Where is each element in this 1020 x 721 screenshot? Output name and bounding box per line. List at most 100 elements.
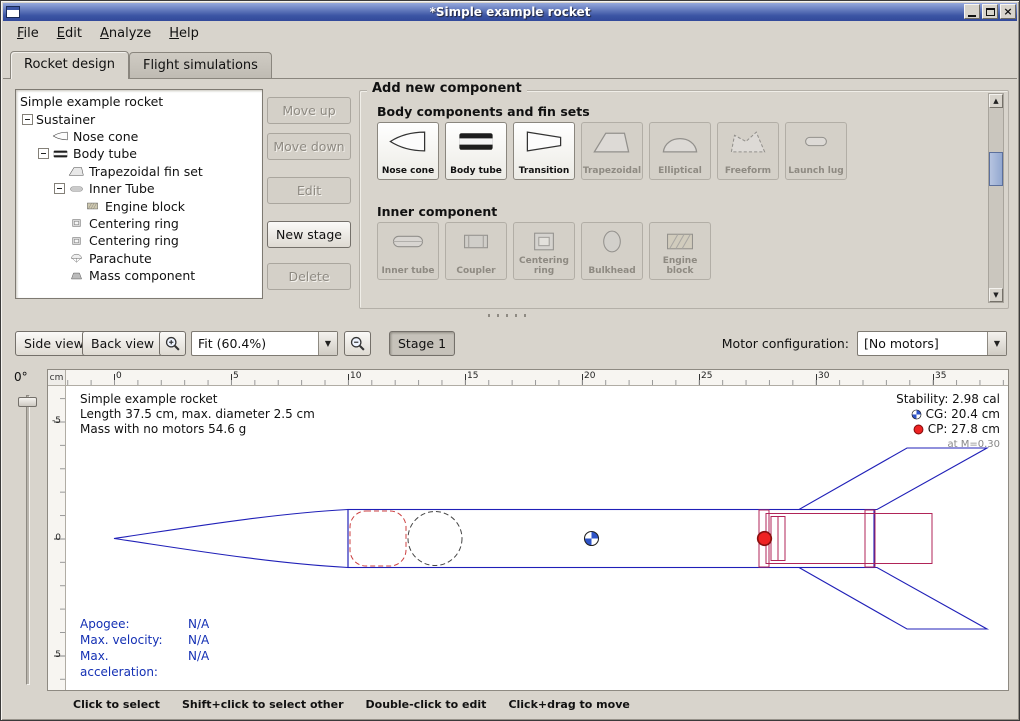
tree-item-label: Parachute xyxy=(89,251,152,266)
engine-block-icon xyxy=(658,228,702,255)
add-transition-button[interactable]: Transition xyxy=(513,122,575,180)
tree-item-trapezoidal-fin-set[interactable]: Trapezoidal fin set xyxy=(16,163,262,180)
tree-item-label: Mass component xyxy=(89,268,195,283)
motor-configuration-combo[interactable]: [No motors]▼ xyxy=(857,331,1007,356)
menu-analyze[interactable]: Analyze xyxy=(92,23,159,44)
tree-item-sustainer[interactable]: Sustainer xyxy=(16,110,262,127)
palette-button-label: Body tube xyxy=(450,167,502,177)
close-icon: × xyxy=(1003,6,1012,17)
inner-tube-outline[interactable] xyxy=(766,514,932,564)
maximize-button[interactable] xyxy=(982,4,998,19)
add-freeform-fin-button: Freeform xyxy=(717,122,779,180)
palette-button-label: Launch lug xyxy=(788,167,843,177)
application-window: *Simple example rocket × File Edit Analy… xyxy=(0,0,1020,721)
menu-help[interactable]: Help xyxy=(161,23,207,44)
palette-button-label: Coupler xyxy=(456,267,495,277)
body-tube-icon xyxy=(52,148,69,160)
menu-edit[interactable]: Edit xyxy=(49,23,90,44)
hint-double-click: Double-click to edit xyxy=(366,698,487,711)
move-down-button: Move down xyxy=(267,133,351,160)
tree-item-label: Body tube xyxy=(73,146,137,161)
tree-item-centering-ring-2[interactable]: Centering ring xyxy=(16,232,262,249)
tree-collapse-icon[interactable] xyxy=(38,148,49,159)
motor-configuration-value: [No motors] xyxy=(858,336,987,351)
apogee-label: Apogee: xyxy=(80,616,188,632)
transition-icon xyxy=(522,128,566,155)
body-tube-outline[interactable] xyxy=(348,510,874,568)
splitter-handle[interactable] xyxy=(3,312,1017,320)
add-body-tube-button[interactable]: Body tube xyxy=(445,122,507,180)
palette-button-label: Nose cone xyxy=(382,167,434,177)
zoom-out-button[interactable] xyxy=(344,331,371,356)
palette-button-label: Inner tube xyxy=(381,267,434,277)
ruler-tick-label: 15 xyxy=(467,371,478,381)
tree-collapse-icon[interactable] xyxy=(54,183,65,194)
cg-icon xyxy=(911,409,922,420)
motor-configuration-label: Motor configuration: xyxy=(722,336,849,351)
splitter-grip xyxy=(488,314,532,317)
cg-value: CG: 20.4 cm xyxy=(926,407,1000,422)
launch-lug-icon xyxy=(794,128,838,155)
tree-item-nose-cone[interactable]: Nose cone xyxy=(16,128,262,145)
rotation-slider-track[interactable] xyxy=(26,395,30,685)
mass-component-outline[interactable] xyxy=(408,512,462,566)
tree-item-inner-tube[interactable]: Inner Tube xyxy=(16,180,262,197)
section-body-components: Body components and fin sets xyxy=(377,104,590,119)
palette-scrollbar[interactable]: ▲ ▼ xyxy=(988,93,1004,303)
add-component-panel: Add new component Body components and fi… xyxy=(359,81,1009,309)
add-bulkhead-button: Bulkhead xyxy=(581,222,643,280)
menu-bar: File Edit Analyze Help xyxy=(3,21,1017,46)
ruler-tick-label: 30 xyxy=(818,371,829,381)
chevron-down-icon[interactable]: ▼ xyxy=(318,332,337,355)
tree-collapse-icon[interactable] xyxy=(22,114,33,125)
scroll-down-icon[interactable]: ▼ xyxy=(989,288,1003,302)
edit-button: Edit xyxy=(267,177,351,204)
nose-cone-icon xyxy=(386,128,430,155)
ruler-unit-label: cm xyxy=(48,370,66,386)
add-nose-cone-button[interactable]: Nose cone xyxy=(377,122,439,180)
tree-item-mass-component[interactable]: Mass component xyxy=(16,267,262,284)
new-stage-button[interactable]: New stage xyxy=(267,221,351,248)
ruler-tick-label: 5 xyxy=(233,371,239,381)
scroll-up-icon[interactable]: ▲ xyxy=(989,94,1003,108)
freeform-fin-icon xyxy=(726,128,770,155)
back-view-button[interactable]: Back view xyxy=(82,331,163,356)
component-tree[interactable]: Simple example rocket Sustainer Nose con… xyxy=(15,89,263,299)
window-title: *Simple example rocket xyxy=(3,3,1017,21)
elliptical-fin-icon xyxy=(658,128,702,155)
rocket-dimensions: Length 37.5 cm, max. diameter 2.5 cm xyxy=(80,407,315,422)
fin-bottom-outline[interactable] xyxy=(799,568,987,630)
tree-item-body-tube[interactable]: Body tube xyxy=(16,145,262,162)
cg-marker xyxy=(584,531,598,545)
cp-value: CP: 27.8 cm xyxy=(928,422,1000,437)
nose-cone-outline[interactable] xyxy=(114,510,348,568)
scrollbar-thumb[interactable] xyxy=(989,152,1003,186)
zoom-in-button[interactable] xyxy=(159,331,186,356)
parachute-outline[interactable] xyxy=(350,511,406,566)
minimize-button[interactable] xyxy=(964,4,980,19)
title-bar[interactable]: *Simple example rocket × xyxy=(3,3,1017,21)
stage-1-toggle[interactable]: Stage 1 xyxy=(389,331,455,356)
rotation-angle-label: 0° xyxy=(14,370,28,384)
fin-top-outline[interactable] xyxy=(799,448,987,510)
tree-item-rocket[interactable]: Simple example rocket xyxy=(16,93,262,110)
palette-button-label: Bulkhead xyxy=(588,267,635,277)
mach-condition: at M=0.30 xyxy=(948,437,1001,452)
palette-button-label: Elliptical xyxy=(658,167,702,177)
palette-button-label: Engine block xyxy=(650,257,710,276)
rocket-canvas[interactable]: Simple example rocket Length 37.5 cm, ma… xyxy=(66,386,1010,692)
tree-item-parachute[interactable]: Parachute xyxy=(16,250,262,267)
mass-component-icon xyxy=(68,270,85,282)
tab-rocket-design[interactable]: Rocket design xyxy=(10,51,129,79)
chevron-down-icon[interactable]: ▼ xyxy=(987,332,1006,355)
vertical-ruler: -5 0 5 xyxy=(48,386,66,690)
menu-file[interactable]: File xyxy=(9,23,47,44)
rotation-slider-handle[interactable] xyxy=(18,397,37,407)
rocket-name: Simple example rocket xyxy=(80,392,315,407)
ruler-tick-label: 0 xyxy=(116,371,122,381)
tree-item-engine-block[interactable]: Engine block xyxy=(16,197,262,214)
zoom-combo[interactable]: Fit (60.4%)▼ xyxy=(191,331,338,356)
tab-flight-simulations[interactable]: Flight simulations xyxy=(129,52,272,78)
tree-item-centering-ring-1[interactable]: Centering ring xyxy=(16,215,262,232)
close-button[interactable]: × xyxy=(1000,4,1016,19)
